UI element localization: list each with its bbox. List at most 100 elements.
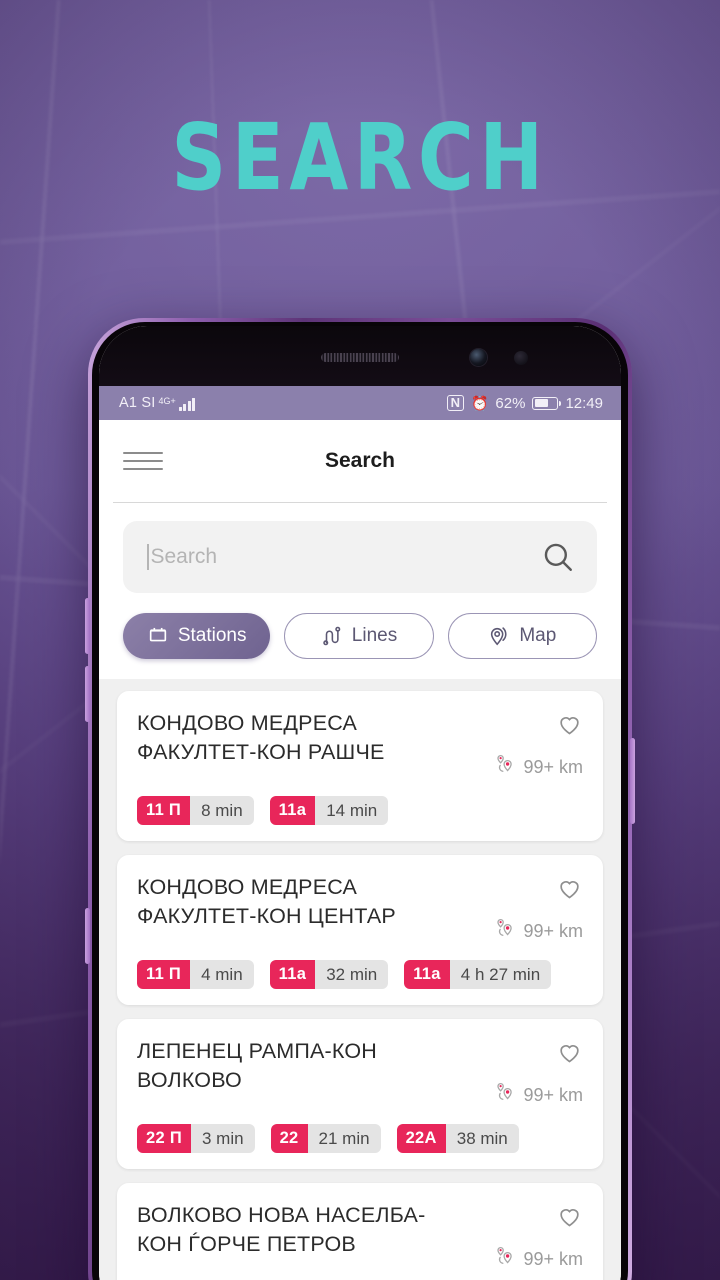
power-button[interactable]: [630, 738, 635, 824]
station-name: ЛЕПЕНЕЦ РАМПА-КОН ВОЛКОВО: [137, 1039, 378, 1093]
distance-label: 99+ km: [523, 1249, 583, 1269]
device-forehead: [99, 326, 621, 386]
line-number-label: 22А: [396, 1124, 446, 1153]
search-results-list[interactable]: КОНДОВО МЕДРЕСА ФАКУЛТЕТ-КОН РАШЧЕ 99+ km…: [99, 679, 621, 1280]
departure-badge[interactable]: 11a 14 min: [269, 796, 389, 825]
chip-map-label: Map: [519, 625, 557, 646]
distance-label: 99+ km: [523, 757, 583, 777]
chip-stations[interactable]: Stations: [123, 613, 271, 659]
distance-indicator: 99+ km: [493, 1081, 583, 1110]
iris-sensor-icon: [514, 351, 528, 365]
chip-lines-label: Lines: [351, 625, 398, 646]
battery-icon: [532, 396, 562, 410]
carrier-label: A1 SI: [119, 395, 156, 411]
route-distance-icon: [493, 1081, 517, 1110]
line-number-label: 11 П: [137, 960, 191, 989]
result-card[interactable]: ВОЛКОВО НОВА НАСЕЛБА-КОН ЃОРЧЕ ПЕТРОВ 99+…: [117, 1183, 603, 1280]
search-input[interactable]: [150, 545, 541, 569]
departure-badge[interactable]: 11 П8 min: [137, 796, 254, 825]
eta-label: 8 min: [190, 796, 254, 825]
station-sign-icon: [147, 625, 169, 647]
eta-label: 3 min: [191, 1124, 255, 1153]
favorite-heart-icon[interactable]: [556, 1039, 583, 1071]
favorite-heart-icon[interactable]: [556, 1203, 583, 1235]
phone-bezel: A1 SI 4G+ N ⏰ 62% 12:49 Search Search St…: [92, 322, 628, 1280]
hamburger-menu-icon[interactable]: [123, 452, 163, 470]
page-title: Search: [324, 449, 396, 472]
alarm-clock-icon: ⏰: [470, 394, 489, 411]
phone-device-frame: A1 SI 4G+ N ⏰ 62% 12:49 Search Search St…: [85, 318, 635, 1280]
search-icon[interactable]: [541, 540, 575, 574]
route-distance-icon: [493, 753, 517, 782]
result-card-main: ВОЛКОВО НОВА НАСЕЛБА-КОН ЃОРЧЕ ПЕТРОВ 99+…: [137, 1201, 583, 1274]
departure-badge[interactable]: 22 21 min: [270, 1124, 381, 1153]
search-field[interactable]: [123, 521, 597, 593]
search-container: [99, 503, 621, 607]
result-card[interactable]: КОНДОВО МЕДРЕСА ФАКУЛТЕТ-КОН РАШЧЕ 99+ km…: [117, 691, 603, 841]
departure-badge[interactable]: 11 П4 min: [137, 960, 254, 989]
chip-map[interactable]: Map: [447, 613, 597, 659]
result-card-main: КОНДОВО МЕДРЕСА ФАКУЛТЕТ-КОН ЦЕНТАР 99+ k…: [137, 873, 583, 946]
transit-lines-icon: [321, 625, 343, 647]
result-card-meta: 99+ km: [493, 1201, 583, 1274]
map-pin-icon: [488, 625, 510, 647]
departure-badge[interactable]: 22 П3 min: [137, 1124, 255, 1153]
battery-percent-label: 62%: [495, 394, 526, 412]
eta-label: 21 min: [307, 1124, 381, 1153]
network-type-label: 4G+: [158, 396, 176, 406]
line-number-label: 11a: [269, 796, 316, 825]
result-card-meta: 99+ km: [493, 873, 583, 946]
distance-label: 99+ km: [523, 921, 583, 941]
departure-badge-group: 22 П3 min 22 21 min 22А 38 min: [137, 1124, 583, 1153]
volume-up-button[interactable]: [85, 598, 90, 654]
eta-label: 32 min: [315, 960, 389, 989]
route-distance-icon: [493, 1245, 517, 1274]
departure-badge[interactable]: 11a 4 h 27 min: [404, 960, 552, 989]
departure-badge[interactable]: 11a 32 min: [269, 960, 389, 989]
route-distance-icon: [493, 917, 517, 946]
earpiece-speaker-icon: [321, 353, 399, 362]
result-card-main: ЛЕПЕНЕЦ РАМПА-КОН ВОЛКОВО 99+ km: [137, 1037, 583, 1110]
text-caret: [147, 544, 149, 570]
line-number-label: 22: [270, 1124, 308, 1153]
result-card-main: КОНДОВО МЕДРЕСА ФАКУЛТЕТ-КОН РАШЧЕ 99+ km: [137, 709, 583, 782]
departure-badge[interactable]: 22А 38 min: [396, 1124, 519, 1153]
distance-label: 99+ km: [523, 1085, 583, 1105]
result-card[interactable]: КОНДОВО МЕДРЕСА ФАКУЛТЕТ-КОН ЦЕНТАР 99+ k…: [117, 855, 603, 1005]
eta-label: 38 min: [445, 1124, 519, 1153]
line-number-label: 11a: [404, 960, 450, 989]
signal-strength-icon: [178, 398, 196, 411]
station-name: ВОЛКОВО НОВА НАСЕЛБА-КОН ЃОРЧЕ ПЕТРОВ: [137, 1203, 426, 1257]
distance-indicator: 99+ km: [493, 917, 583, 946]
eta-label: 4 h 27 min: [449, 960, 552, 989]
hero-title: SEARCH: [171, 104, 549, 211]
eta-label: 4 min: [190, 960, 254, 989]
app-bar: Search: [99, 420, 621, 502]
clock-label: 12:49: [565, 394, 603, 412]
chip-stations-label: Stations: [177, 625, 247, 646]
nfc-icon: N: [446, 395, 464, 411]
status-bar-left: A1 SI 4G+: [119, 395, 196, 411]
line-number-label: 22 П: [137, 1124, 191, 1153]
status-bar: A1 SI 4G+ N ⏰ 62% 12:49: [99, 386, 621, 420]
distance-indicator: 99+ km: [493, 753, 583, 782]
result-card[interactable]: ЛЕПЕНЕЦ РАМПА-КОН ВОЛКОВО 99+ km 22 П3 min…: [117, 1019, 603, 1169]
chip-lines[interactable]: Lines: [284, 613, 434, 659]
station-name: КОНДОВО МЕДРЕСА ФАКУЛТЕТ-КОН ЦЕНТАР: [137, 875, 396, 929]
volume-down-button[interactable]: [85, 666, 90, 722]
favorite-heart-icon[interactable]: [556, 875, 583, 907]
departure-badge-group: 11 П8 min 11a 14 min: [137, 796, 583, 825]
eta-label: 14 min: [315, 796, 389, 825]
departure-badge-group: 11 П4 min 11a 32 min 11a 4 h 27 min: [137, 960, 583, 989]
phone-screen: A1 SI 4G+ N ⏰ 62% 12:49 Search Search St…: [99, 326, 621, 1280]
distance-indicator: 99+ km: [493, 1245, 583, 1274]
station-name: КОНДОВО МЕДРЕСА ФАКУЛТЕТ-КОН РАШЧЕ: [137, 711, 385, 765]
front-camera-icon: [470, 349, 487, 366]
filter-chip-group: Stations Lines Map: [99, 607, 621, 679]
line-number-label: 11 П: [137, 796, 191, 825]
favorite-heart-icon[interactable]: [556, 711, 583, 743]
result-card-meta: 99+ km: [493, 1037, 583, 1110]
line-number-label: 11a: [269, 960, 316, 989]
result-card-meta: 99+ km: [493, 709, 583, 782]
assistant-button[interactable]: [85, 908, 90, 964]
